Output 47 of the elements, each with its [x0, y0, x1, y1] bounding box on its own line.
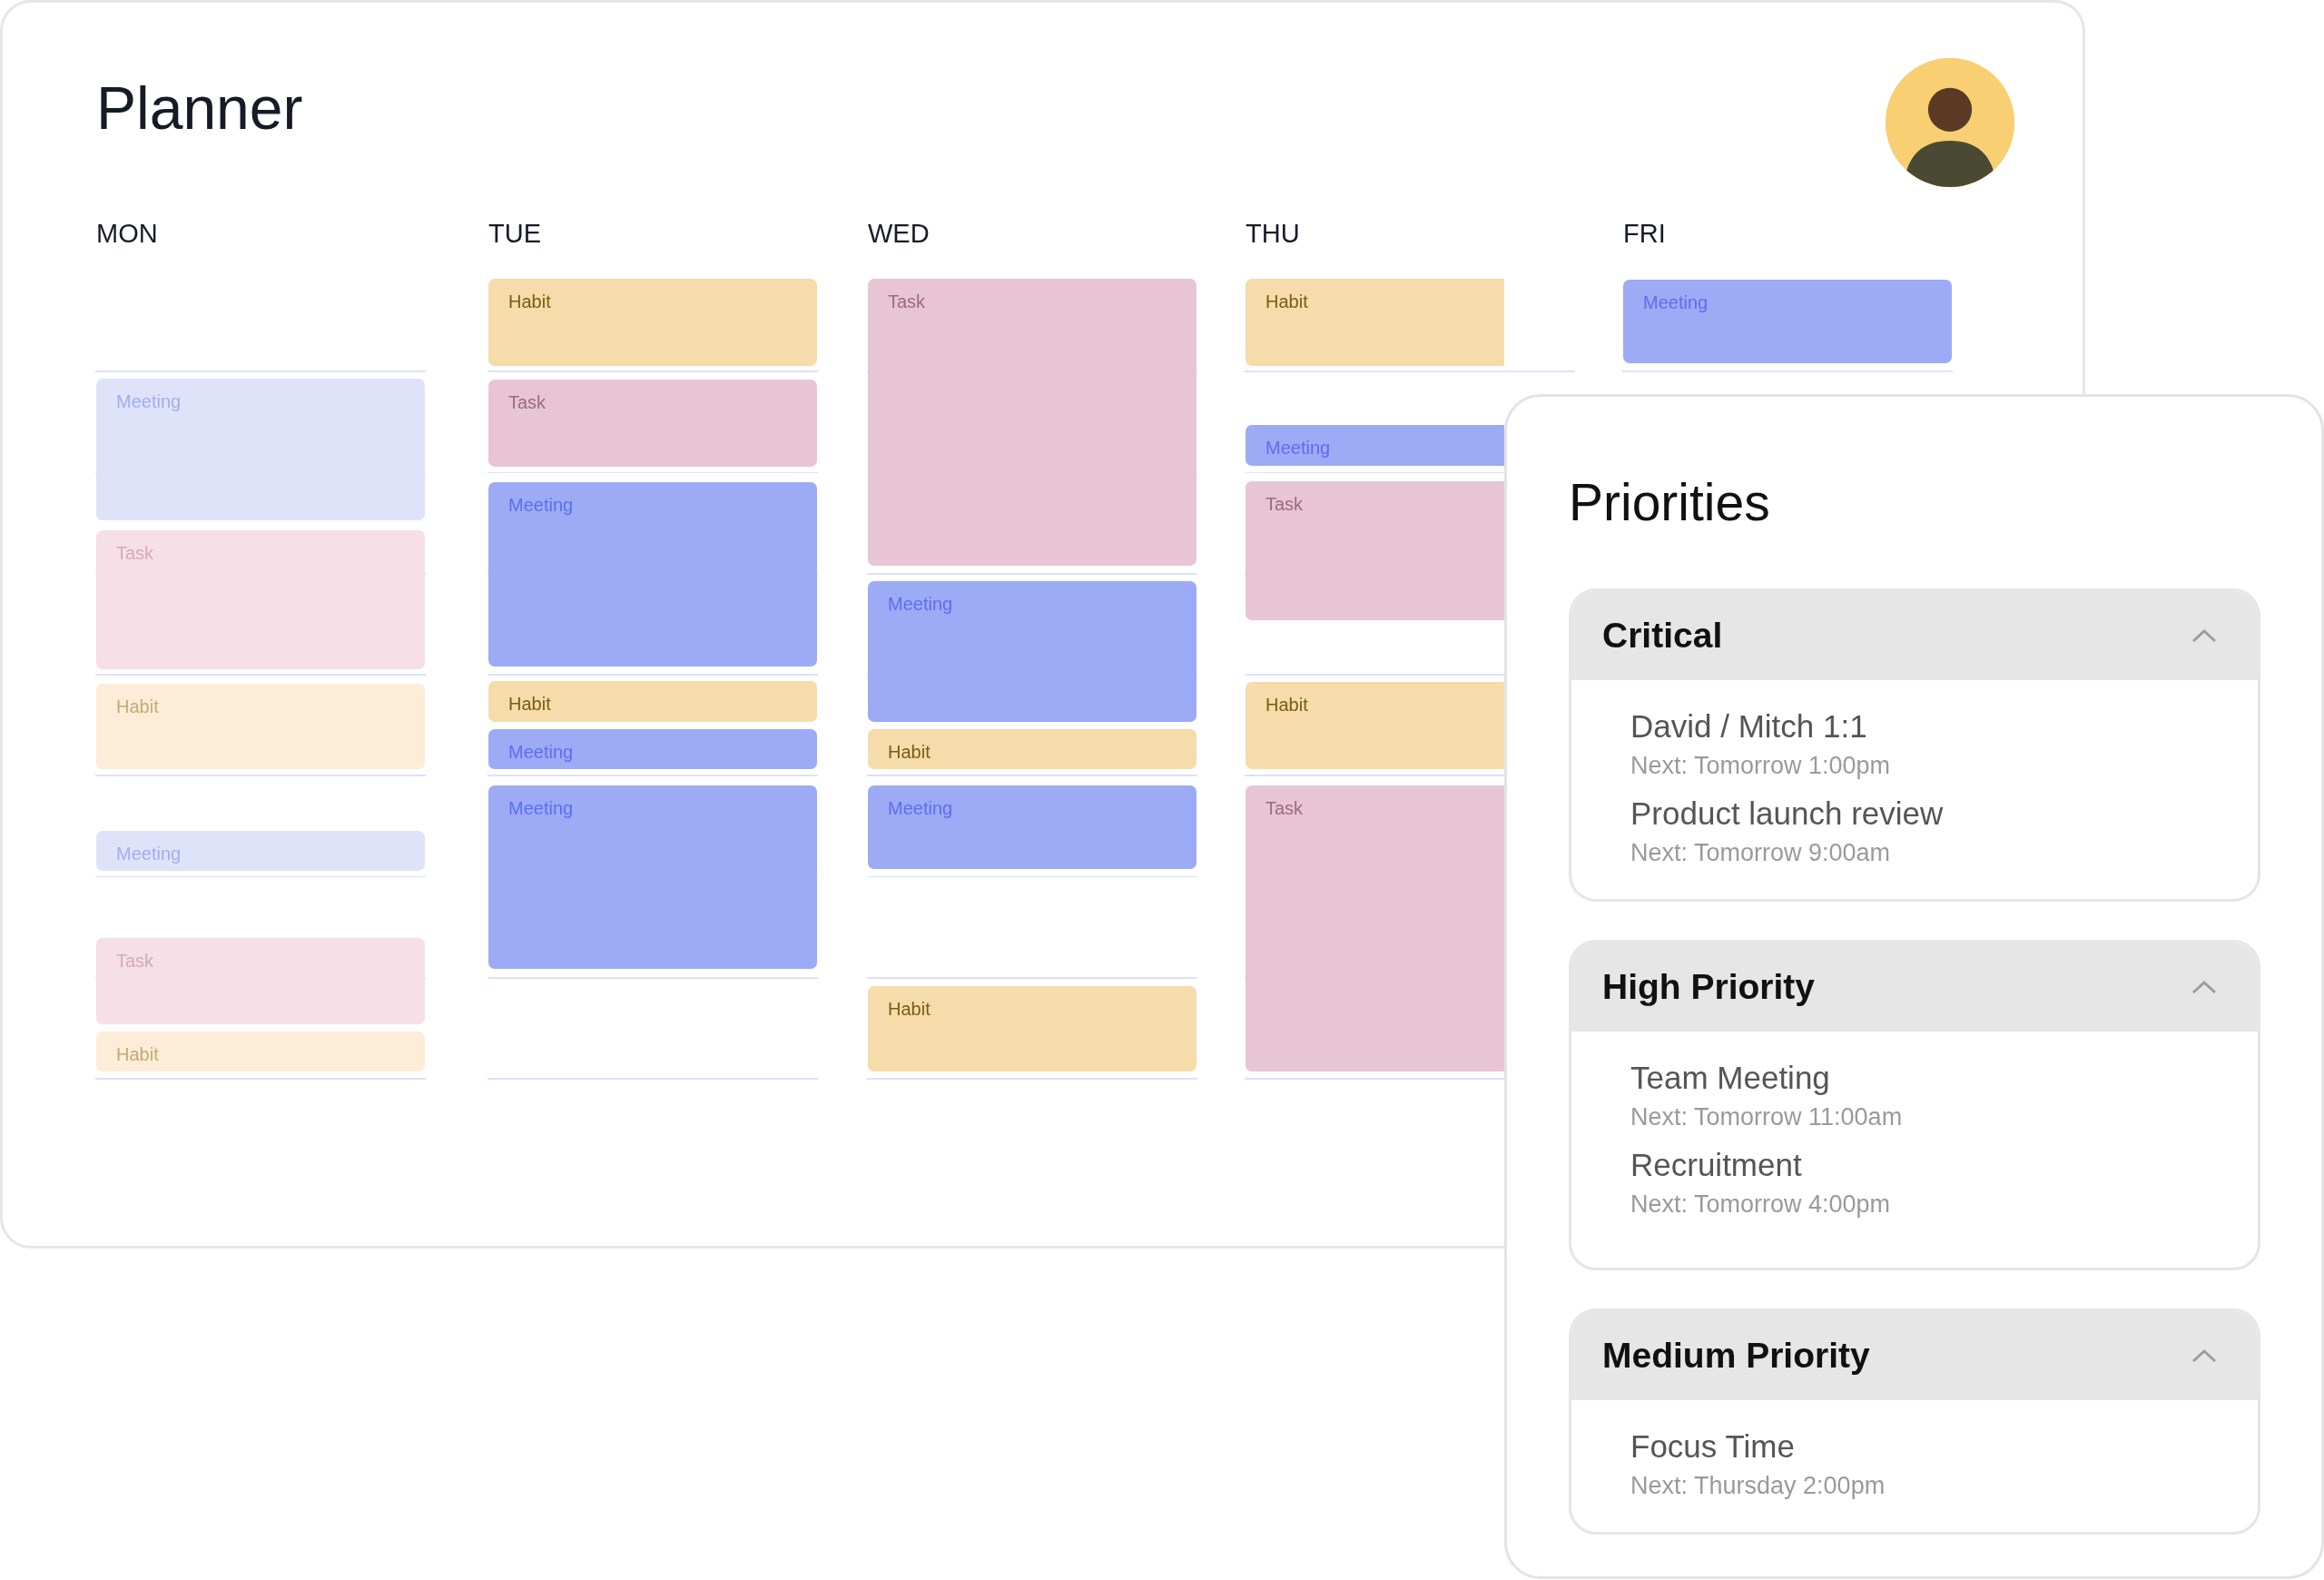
calendar-event[interactable]: Habit — [96, 1032, 425, 1071]
calendar-event[interactable]: Meeting — [1623, 280, 1952, 363]
priority-item-title[interactable]: David / Mitch 1:1 — [1630, 706, 2258, 746]
panel-title: Priorities — [1569, 472, 1771, 533]
calendar-event[interactable]: Meeting — [1246, 425, 1504, 466]
day-heading: WED — [868, 218, 930, 250]
calendar-event[interactable]: Meeting — [488, 729, 817, 769]
day-heading: TUE — [488, 218, 541, 250]
calendar-event[interactable]: Habit — [868, 729, 1196, 769]
priority-group-header[interactable]: High Priority — [1571, 943, 2258, 1032]
calendar-event[interactable]: Habit — [868, 986, 1196, 1071]
planner-title: Planner — [96, 74, 303, 143]
calendar-event[interactable]: Task — [488, 380, 817, 467]
day-heading: FRI — [1623, 218, 1666, 250]
chevron-up-icon[interactable] — [2191, 979, 2218, 995]
priority-group-title: High Priority — [1602, 967, 1816, 1007]
calendar-event[interactable]: Habit — [96, 684, 425, 769]
day-heading: MON — [96, 218, 158, 250]
priority-group-header[interactable]: Medium Priority — [1571, 1311, 2258, 1400]
priority-group-title: Critical — [1602, 616, 1723, 656]
day-heading: THU — [1246, 218, 1300, 250]
calendar-event[interactable]: Meeting — [488, 482, 817, 667]
chevron-up-icon[interactable] — [2191, 1348, 2218, 1364]
priority-group-title: Medium Priority — [1602, 1336, 1870, 1376]
calendar-event[interactable]: Habit — [1246, 279, 1504, 366]
priority-item-title[interactable]: Product launch review — [1630, 794, 2258, 834]
priority-item-title[interactable]: Recruitment — [1630, 1145, 2258, 1185]
chevron-up-icon[interactable] — [2191, 627, 2218, 644]
calendar-event[interactable]: Meeting — [868, 785, 1196, 869]
next-time-text: Next: Tomorrow 1:00pm — [1630, 751, 1892, 781]
next-time-text: Next: Thursday 2:00pm — [1630, 1471, 1886, 1501]
calendar-event[interactable]: Meeting — [488, 785, 817, 969]
next-time-text: Next: Tomorrow 11:00am — [1630, 1102, 1904, 1132]
priority-item-title[interactable]: Focus Time — [1630, 1427, 2258, 1466]
priority-item-title[interactable]: Team Meeting — [1630, 1058, 2258, 1098]
calendar-event[interactable]: Habit — [488, 279, 817, 366]
calendar-event[interactable]: Habit — [1246, 682, 1504, 769]
calendar-event[interactable]: Meeting — [96, 379, 425, 520]
calendar-event[interactable]: Meeting — [96, 831, 425, 871]
calendar-event[interactable]: Task — [868, 279, 1196, 566]
next-time-text: Next: Tomorrow 9:00am — [1630, 838, 1892, 868]
calendar-event[interactable]: Meeting — [868, 581, 1196, 722]
calendar-event[interactable]: Task — [1246, 785, 1504, 1071]
calendar-event[interactable]: Task — [1246, 481, 1504, 620]
next-time-text: Next: Tomorrow 4:00pm — [1630, 1190, 1892, 1220]
calendar-event[interactable]: Habit — [488, 681, 817, 722]
priority-group-header[interactable]: Critical — [1571, 591, 2258, 680]
